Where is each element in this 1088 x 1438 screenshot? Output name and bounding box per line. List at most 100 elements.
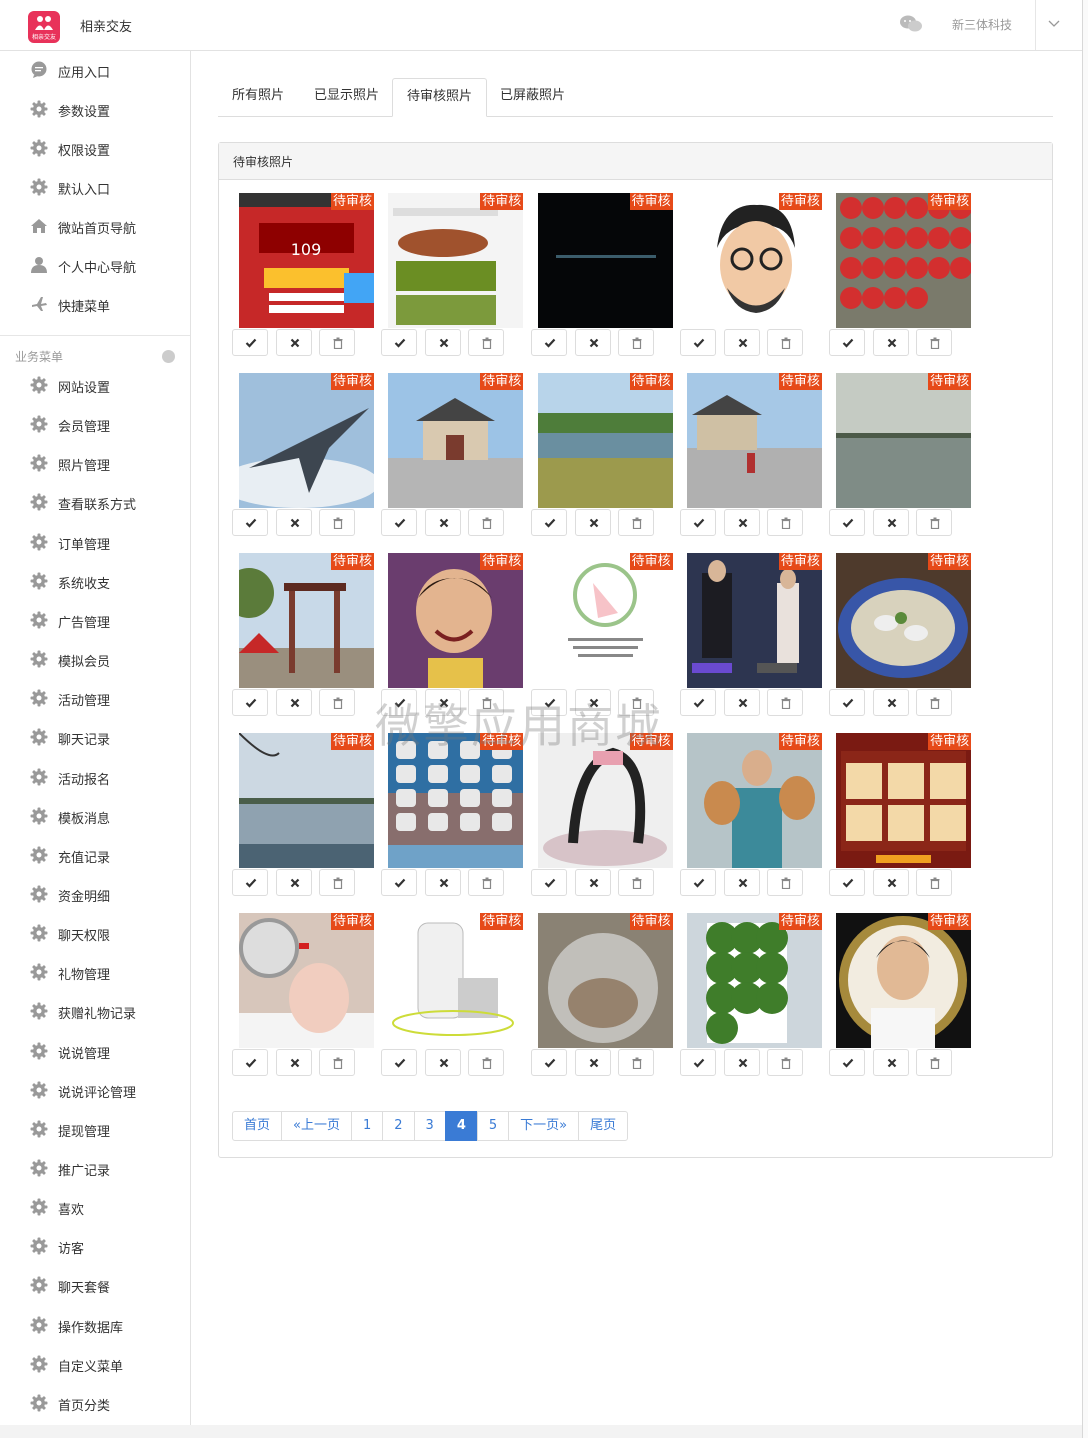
reject-button[interactable] [723,509,760,536]
delete-button[interactable] [617,329,654,356]
reject-button[interactable] [425,869,462,896]
sidebar-item[interactable]: 推广记录 [0,1149,190,1188]
reject-button[interactable] [276,509,312,536]
sidebar-item[interactable]: 自定义菜单 [0,1345,190,1384]
sidebar-item[interactable]: 说说评论管理 [0,1071,190,1110]
approve-button[interactable] [530,329,567,356]
photo-thumbnail[interactable]: 待审核 [836,913,972,1048]
sidebar-item[interactable]: 订单管理 [0,523,190,562]
delete-button[interactable] [916,329,953,356]
reject-button[interactable] [574,869,611,896]
delete-button[interactable] [319,869,355,896]
sidebar-item[interactable]: 权限设置 [0,129,190,168]
delete-button[interactable] [916,509,953,536]
approve-button[interactable] [679,869,716,896]
photo-thumbnail[interactable]: 待审核 [686,733,822,868]
delete-button[interactable] [766,329,803,356]
sidebar-item[interactable]: 充值记录 [0,836,190,875]
tab[interactable]: 已屏蔽照片 [486,78,579,116]
sidebar-item[interactable]: 应用入口 [0,51,190,90]
delete-button[interactable] [319,689,355,716]
reject-button[interactable] [723,1049,760,1076]
approve-button[interactable] [381,689,418,716]
delete-button[interactable] [617,509,654,536]
delete-button[interactable] [468,1049,505,1076]
page-link[interactable]: 5 [476,1111,510,1141]
tab[interactable]: 所有照片 [218,78,298,116]
reject-button[interactable] [276,329,312,356]
approve-button[interactable] [232,869,268,896]
photo-thumbnail[interactable]: 待审核 [836,553,972,688]
approve-button[interactable] [232,689,268,716]
photo-thumbnail[interactable]: 待审核 [686,373,822,508]
photo-thumbnail[interactable]: 待审核 [836,193,972,328]
photo-thumbnail[interactable]: 待审核 [836,733,972,868]
delete-button[interactable] [468,509,505,536]
delete-button[interactable] [766,1049,803,1076]
sidebar-item[interactable]: 网站设置 [0,366,190,405]
approve-button[interactable] [829,869,866,896]
reject-button[interactable] [425,1049,462,1076]
delete-button[interactable] [916,869,953,896]
sidebar-item[interactable]: 照片管理 [0,444,190,483]
delete-button[interactable] [468,329,505,356]
sidebar-item[interactable]: 说说管理 [0,1032,190,1071]
photo-thumbnail[interactable]: 待审核 [388,733,524,868]
approve-button[interactable] [530,869,567,896]
sidebar-item[interactable]: 聊天套餐 [0,1266,190,1305]
delete-button[interactable] [468,869,505,896]
reject-button[interactable] [723,869,760,896]
sidebar-item[interactable]: 首页分类 [0,1384,190,1423]
page-link[interactable]: 首页 [232,1111,283,1141]
reject-button[interactable] [723,329,760,356]
approve-button[interactable] [829,1049,866,1076]
photo-thumbnail[interactable]: 待审核 [239,913,374,1048]
sidebar-item[interactable]: 模板消息 [0,797,190,836]
sidebar-item[interactable]: 聊天记录 [0,718,190,757]
sidebar-item[interactable]: 操作数据库 [0,1306,190,1345]
photo-thumbnail[interactable]: 待审核 [686,553,822,688]
approve-button[interactable] [679,689,716,716]
approve-button[interactable] [381,1049,418,1076]
reject-button[interactable] [425,509,462,536]
page-link[interactable]: 尾页 [578,1111,629,1141]
reject-button[interactable] [873,1049,910,1076]
photo-thumbnail[interactable]: 待审核 [388,193,524,328]
delete-button[interactable] [766,509,803,536]
approve-button[interactable] [829,689,866,716]
company-name[interactable]: 新三体科技 [952,16,1012,33]
reject-button[interactable] [425,329,462,356]
approve-button[interactable] [829,329,866,356]
reject-button[interactable] [873,869,910,896]
sidebar-item[interactable]: 模拟会员 [0,640,190,679]
sidebar-item[interactable]: 会员管理 [0,405,190,444]
photo-thumbnail[interactable]: 待审核 [537,913,673,1048]
wechat-icon[interactable] [900,15,922,33]
reject-button[interactable] [873,329,910,356]
sidebar-item[interactable]: 活动报名 [0,758,190,797]
sidebar-item[interactable]: 默认入口 [0,168,190,207]
sidebar-item[interactable]: 获赠礼物记录 [0,992,190,1031]
approve-button[interactable] [381,509,418,536]
approve-button[interactable] [530,509,567,536]
sidebar-item[interactable]: 快捷菜单 [0,285,190,324]
reject-button[interactable] [425,689,462,716]
delete-button[interactable] [319,1049,355,1076]
sidebar-item[interactable]: 资金明细 [0,875,190,914]
approve-button[interactable] [679,329,716,356]
delete-button[interactable] [468,689,505,716]
photo-thumbnail[interactable]: 待审核 [537,553,673,688]
reject-button[interactable] [574,509,611,536]
approve-button[interactable] [679,1049,716,1076]
sidebar-item[interactable]: 系统收支 [0,562,190,601]
delete-button[interactable] [916,689,953,716]
delete-button[interactable] [617,869,654,896]
photo-thumbnail[interactable]: 待审核 [239,553,374,688]
approve-button[interactable] [381,329,418,356]
app-logo[interactable]: 相亲交友 [28,11,60,43]
photo-thumbnail[interactable]: 待审核 [388,553,524,688]
chevron-down-icon[interactable] [1048,18,1060,30]
photo-thumbnail[interactable]: 待审核 [537,733,673,868]
reject-button[interactable] [574,689,611,716]
photo-thumbnail[interactable]: 109 待审核 [239,193,374,328]
